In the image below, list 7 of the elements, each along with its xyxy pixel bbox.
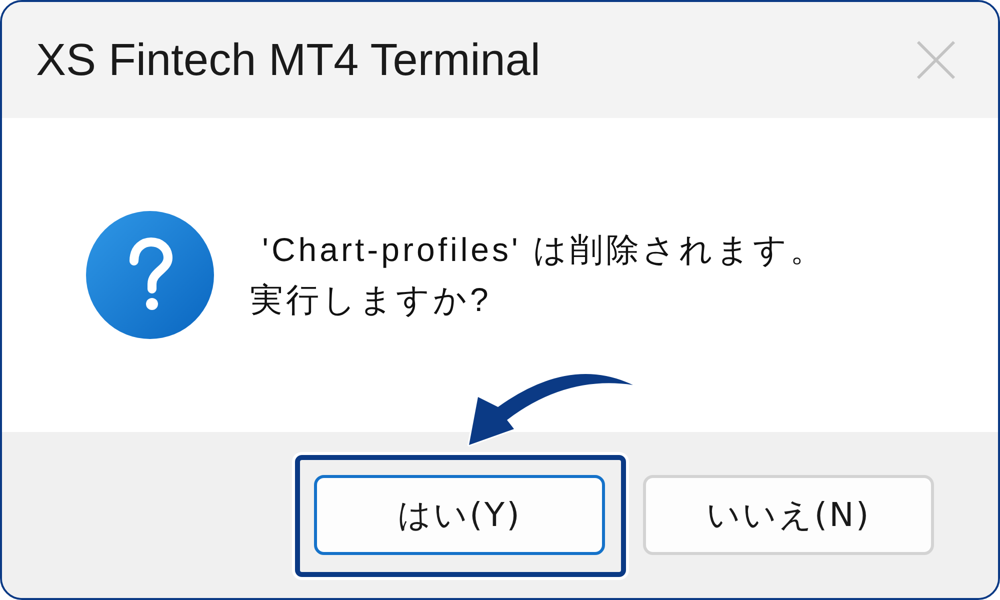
message-text: 'Chart-profiles' は削除されます。 [261,230,826,270]
question-icon [86,211,214,339]
dialog-button[interactable]: いいえ(N) [643,475,934,555]
window-title: XS Fintech MT4 Terminal [36,33,540,87]
close-icon[interactable] [916,40,956,80]
message-text: 実行しますか? [250,280,492,320]
dialog-button[interactable]: はい(Y) [314,475,605,555]
